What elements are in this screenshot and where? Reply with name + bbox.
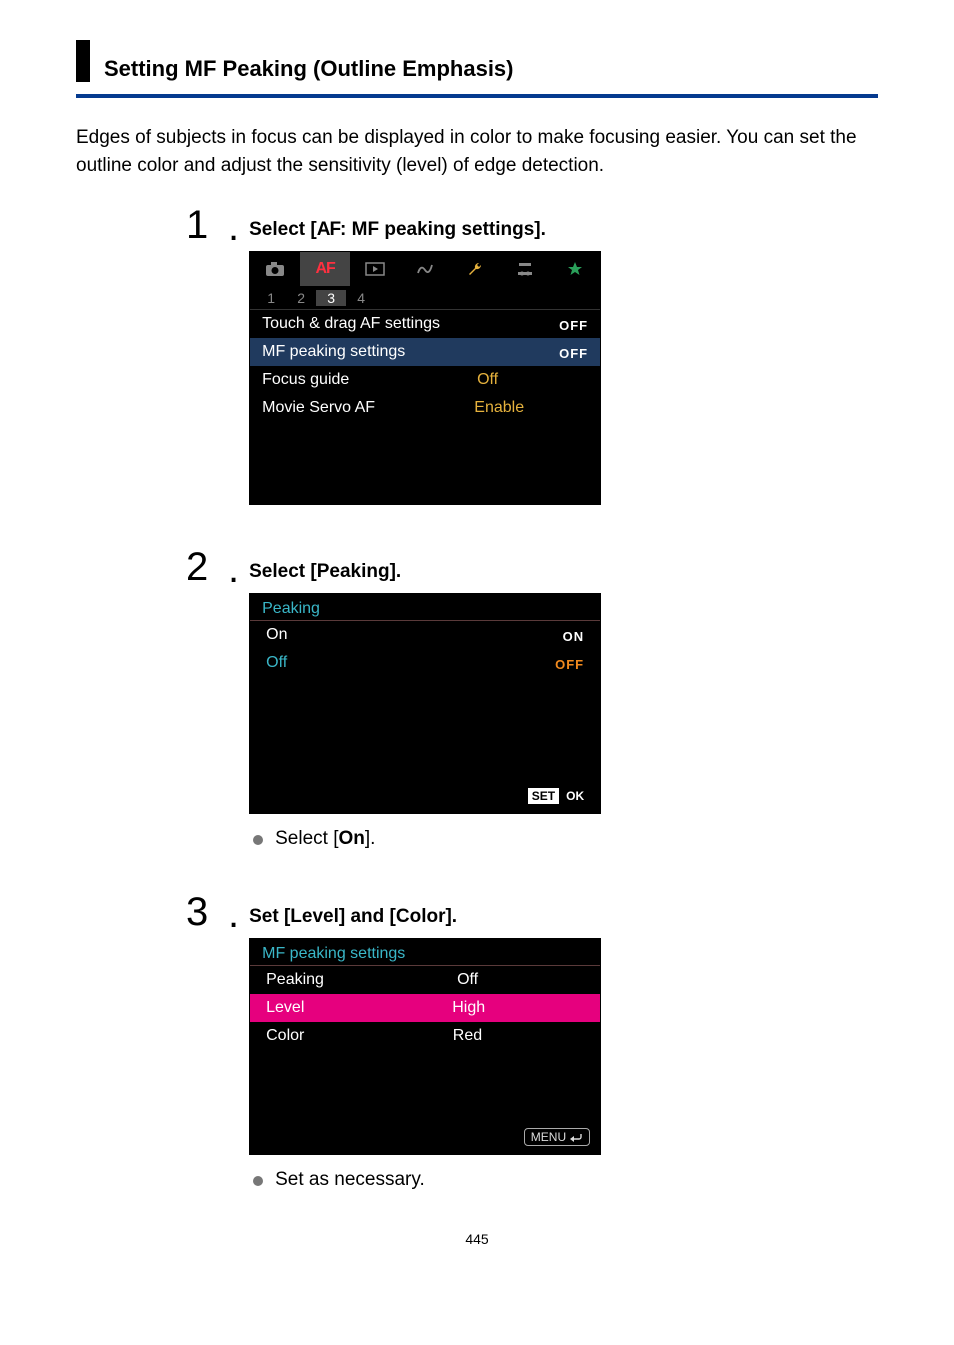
menu-empty-area (250, 677, 600, 781)
play-icon (365, 262, 385, 276)
submenu-title: MF peaking settings (250, 939, 600, 966)
bullet-dot-icon (253, 1176, 263, 1186)
camera-icon (265, 261, 285, 277)
steps: 1 . Select [AF: MF peaking settings]. AF (76, 203, 878, 1191)
step-number-dot: . (228, 203, 239, 505)
wrench-icon (467, 261, 483, 277)
step-number-dot: . (228, 890, 239, 1191)
menu-row-peaking[interactable]: Peaking Off (250, 966, 600, 994)
step-1-screenshot: AF (249, 251, 601, 505)
step-3-bullet-text: Set as necessary. (275, 1169, 425, 1191)
antenna-icon (415, 262, 435, 276)
menu-label: Peaking (266, 971, 324, 989)
menu-label: Focus guide (262, 371, 349, 389)
step-2-bullet: Select [On]. (253, 828, 878, 850)
step-number: 1 (186, 203, 234, 505)
step-2-bullet-text: Select [On]. (275, 828, 375, 850)
heading-underline (76, 94, 878, 98)
menu-empty-area (250, 1050, 600, 1120)
step-3-title: Set [Level] and [Color]. (249, 906, 878, 928)
tab-setup[interactable] (450, 252, 500, 286)
step-number-dot: . (228, 545, 239, 850)
step-number: 3 (186, 890, 234, 1191)
option-tag: ON (563, 626, 585, 644)
af-tab-label: AF (315, 260, 334, 278)
menu-subtabs: 1 2 3 4 (250, 286, 600, 310)
menu-back-hint: MENU (250, 1120, 600, 1154)
option-on[interactable]: On ON (250, 621, 600, 649)
option-tag: OFF (555, 654, 584, 672)
menu-back-button[interactable]: MENU (524, 1128, 590, 1146)
menu-value: OFF (559, 315, 588, 333)
menu-value: Off (477, 371, 498, 389)
af-icon: AF (317, 219, 340, 241)
subtab-1[interactable]: 1 (256, 290, 286, 306)
tab-af[interactable]: AF (300, 252, 350, 286)
menu-tabbar: AF (250, 252, 600, 286)
bullet-dot-icon (253, 835, 263, 845)
step-3: 3 . Set [Level] and [Color]. MF peaking … (186, 890, 878, 1191)
submenu-title: Peaking (250, 594, 600, 621)
step-1-title-post: : MF peaking settings]. (340, 219, 546, 240)
menu-row-mf-peaking[interactable]: MF peaking settings OFF (250, 338, 600, 366)
menu-value: High (452, 999, 485, 1017)
section-heading-bar: Setting MF Peaking (Outline Emphasis) (76, 40, 878, 82)
step-number: 2 (186, 545, 234, 850)
menu-value: Red (453, 1027, 482, 1045)
star-icon (567, 261, 583, 277)
menu-row-movie-servo-af[interactable]: Movie Servo AF Enable (250, 394, 600, 422)
step-1-title: Select [AF: MF peaking settings]. (249, 219, 878, 241)
subtab-2[interactable]: 2 (286, 290, 316, 306)
menu-row-level[interactable]: Level High (250, 994, 600, 1022)
return-icon (569, 1132, 583, 1142)
menu-value: OFF (559, 343, 588, 361)
step-2: 2 . Select [Peaking]. Peaking On ON Off … (186, 545, 878, 850)
page: Setting MF Peaking (Outline Emphasis) Ed… (0, 0, 954, 1287)
subtab-3[interactable]: 3 (316, 290, 346, 306)
tab-wireless[interactable] (400, 252, 450, 286)
set-ok-hint: SETOK (250, 781, 600, 813)
tab-playback[interactable] (350, 252, 400, 286)
option-label: Off (266, 654, 287, 672)
menu-row-focus-guide[interactable]: Focus guide Off (250, 366, 600, 394)
heading-stripe (76, 40, 90, 82)
step-1: 1 . Select [AF: MF peaking settings]. AF (186, 203, 878, 505)
menu-label: Level (266, 999, 304, 1017)
bullet-pre: Select [ (275, 828, 338, 849)
menu-label: Touch & drag AF settings (262, 315, 440, 333)
page-number: 445 (76, 1231, 878, 1247)
step-3-screenshot: MF peaking settings Peaking Off Level Hi… (249, 938, 601, 1155)
menu-row-touch-drag-af[interactable]: Touch & drag AF settings OFF (250, 310, 600, 338)
menu-empty-area (250, 422, 600, 504)
step-3-bullet: Set as necessary. (253, 1169, 878, 1191)
intro-paragraph: Edges of subjects in focus can be displa… (76, 124, 878, 179)
option-off[interactable]: Off OFF (250, 649, 600, 677)
menu-label: Color (266, 1027, 304, 1045)
tab-shoot[interactable] (250, 252, 300, 286)
subtab-4[interactable]: 4 (346, 290, 376, 306)
tab-custom[interactable] (500, 252, 550, 286)
selection-indicator (595, 994, 600, 1022)
step-2-screenshot: Peaking On ON Off OFF SETOK (249, 593, 601, 814)
menu-row-color[interactable]: Color Red (250, 1022, 600, 1050)
set-label: SET (528, 788, 559, 804)
menu-value: Enable (474, 399, 524, 417)
ok-label: OK (561, 788, 588, 804)
menu-label: Movie Servo AF (262, 399, 375, 417)
step-2-title: Select [Peaking]. (249, 561, 878, 583)
bullet-post: ]. (365, 828, 376, 849)
step-1-title-pre: Select [ (249, 219, 317, 240)
section-heading: Setting MF Peaking (Outline Emphasis) (104, 56, 514, 82)
custom-icon (516, 261, 534, 277)
menu-label: MENU (531, 1130, 566, 1144)
menu-label: MF peaking settings (262, 343, 405, 361)
bullet-bold: On (339, 828, 365, 849)
menu-value: Off (457, 971, 478, 989)
tab-mymenu[interactable] (550, 252, 600, 286)
option-label: On (266, 626, 287, 644)
